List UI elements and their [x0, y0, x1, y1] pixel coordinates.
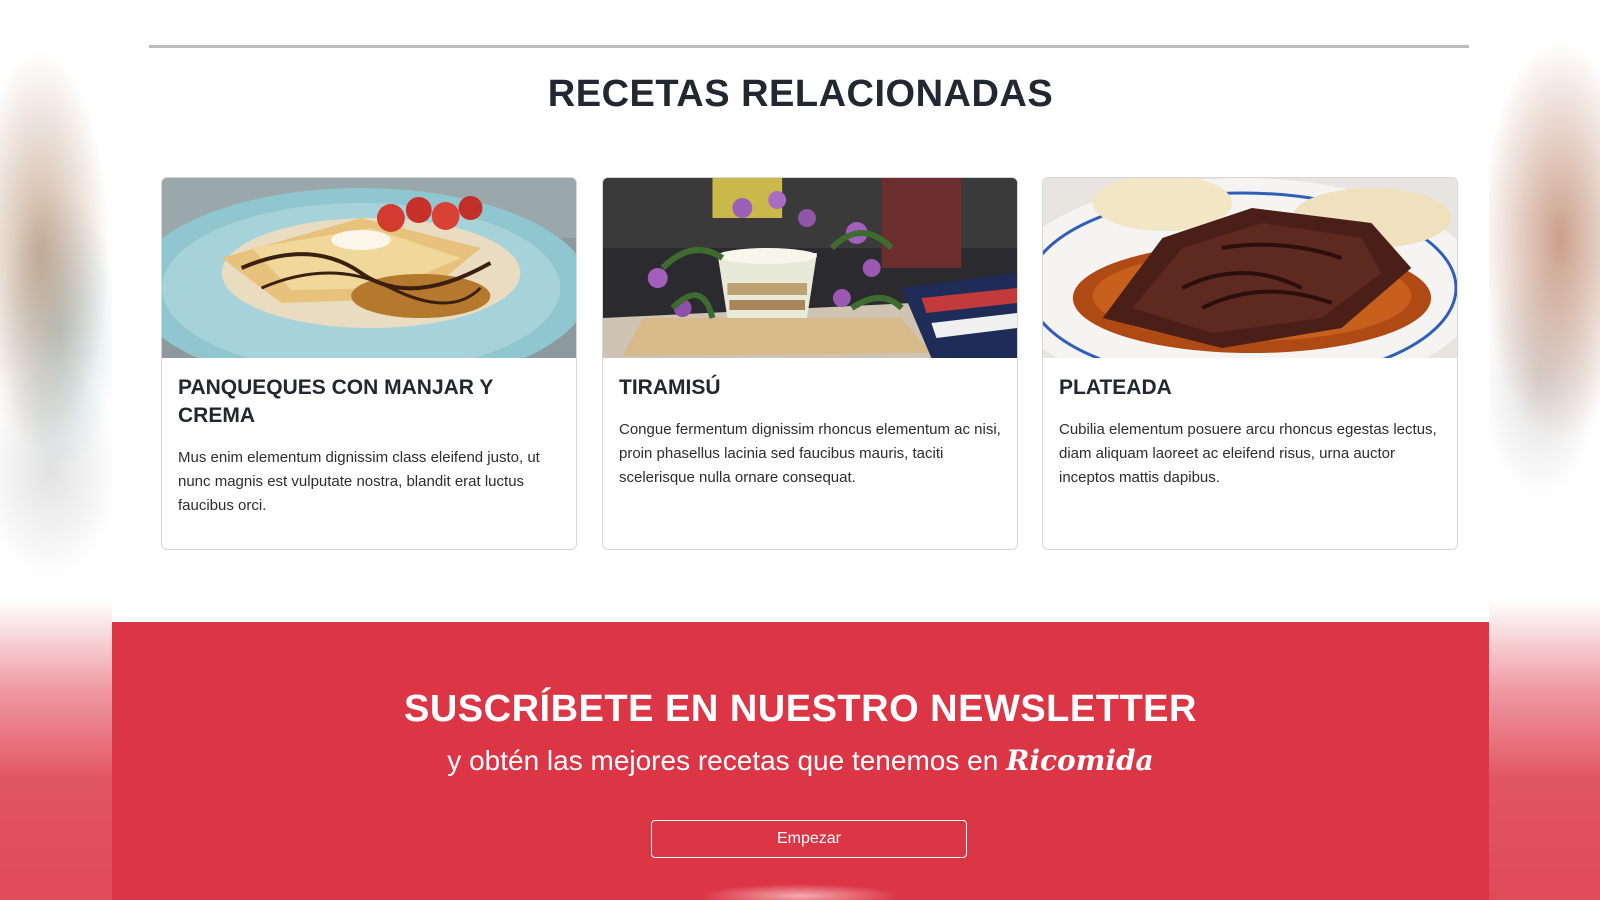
newsletter-section: SUSCRÍBETE EN NUESTRO NEWSLETTER y obtén…: [112, 622, 1489, 900]
recipe-image-panqueques[interactable]: [162, 178, 576, 358]
newsletter-subtitle-text: y obtén las mejores recetas que tenemos …: [447, 745, 999, 776]
recipe-image-tiramisu[interactable]: [603, 178, 1017, 358]
recipe-card-plateada[interactable]: PLATEADA Cubilia elementum posuere arcu …: [1042, 177, 1458, 550]
bottom-glow: [640, 880, 960, 900]
recipe-card-panqueques[interactable]: PANQUEQUES CON MANJAR Y CREMA Mus enim e…: [161, 177, 577, 550]
section-divider: [149, 45, 1469, 48]
recipe-description: Cubilia elementum posuere arcu rhoncus e…: [1059, 421, 1437, 486]
newsletter-title: SUSCRÍBETE EN NUESTRO NEWSLETTER: [404, 688, 1197, 730]
related-recipes-title: RECETAS RELACIONADAS: [547, 73, 1054, 115]
brand-name: Ricomida: [1006, 744, 1154, 777]
recipe-title[interactable]: PLATEADA: [1059, 374, 1439, 402]
related-recipes-section: RECETAS RELACIONADAS PANQUEQUES CON MANJ…: [112, 0, 1489, 622]
recipe-card-tiramisu[interactable]: TIRAMISÚ Congue fermentum dignissim rhon…: [602, 177, 1018, 550]
recipe-title[interactable]: PANQUEQUES CON MANJAR Y CREMA: [178, 374, 558, 430]
recipe-description: Mus enim elementum dignissim class eleif…: [178, 449, 540, 514]
recipe-description: Congue fermentum dignissim rhoncus eleme…: [619, 421, 1001, 486]
start-button[interactable]: Empezar: [651, 820, 967, 858]
newsletter-subtitle: y obtén las mejores recetas que tenemos …: [112, 744, 1489, 777]
recipe-image-plateada[interactable]: [1043, 178, 1457, 358]
page-content: RECETAS RELACIONADAS PANQUEQUES CON MANJ…: [112, 0, 1489, 900]
recipe-title[interactable]: TIRAMISÚ: [619, 374, 999, 402]
